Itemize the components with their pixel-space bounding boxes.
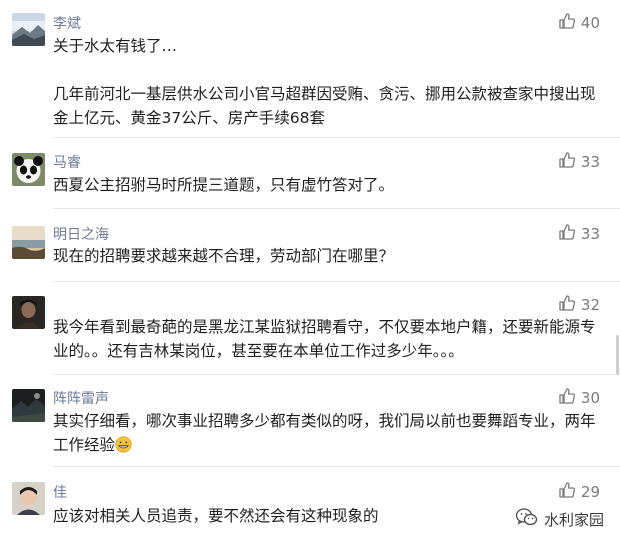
thumbs-up-icon xyxy=(558,481,576,503)
divider xyxy=(53,374,620,375)
landscape-avatar[interactable] xyxy=(12,13,45,46)
comment-text: 我今年看到最奇葩的是黑龙江某监狱招聘看守，不仅要本地户籍，还要新能源专业的。。还… xyxy=(53,318,596,360)
panda-avatar[interactable] xyxy=(12,153,45,186)
divider xyxy=(53,208,620,209)
comment-text-content: 其实仔细看，哪次事业招聘多少都有类似的呀，我们局以前也要舞蹈专业，两年工作经验 xyxy=(53,412,596,454)
divider xyxy=(53,137,620,138)
like-button[interactable]: 40 xyxy=(558,12,600,34)
comment-text: 西夏公主招驸马时所提三道题，只有虚竹答对了。 xyxy=(53,176,395,194)
wechat-icon xyxy=(515,508,538,531)
account-watermark: 水利家园 xyxy=(515,508,604,531)
like-count: 33 xyxy=(580,225,600,243)
child-avatar[interactable] xyxy=(12,482,45,515)
dark-portrait-avatar[interactable] xyxy=(12,296,45,329)
sea-avatar[interactable] xyxy=(12,226,45,259)
commenter-name[interactable]: 佳 xyxy=(53,482,67,502)
thumbs-up-icon xyxy=(558,223,576,245)
thumbs-up-icon xyxy=(558,387,576,409)
grinning-face-emoji xyxy=(115,436,132,453)
commenter-name[interactable]: 马睿 xyxy=(53,152,81,172)
comment-text: 关于水太有钱了… 几年前河北一基层供水公司小官马超群因受贿、贪污、挪用公款被查家… xyxy=(53,37,596,127)
commenter-name[interactable]: 李斌 xyxy=(53,13,81,33)
thumbs-up-icon xyxy=(558,294,576,316)
like-count: 29 xyxy=(580,483,600,501)
like-count: 30 xyxy=(580,389,600,407)
scrollbar[interactable] xyxy=(616,335,619,375)
commenter-name[interactable]: 明日之海 xyxy=(53,224,109,244)
commenter-name[interactable]: 阵阵雷声 xyxy=(53,388,109,408)
like-count: 40 xyxy=(580,14,600,32)
thumbs-up-icon xyxy=(558,12,576,34)
night-avatar[interactable] xyxy=(12,389,45,422)
like-count: 33 xyxy=(580,153,600,171)
divider xyxy=(53,281,620,282)
like-button[interactable]: 33 xyxy=(558,223,600,245)
thumbs-up-icon xyxy=(558,151,576,173)
comment-text: 其实仔细看，哪次事业招聘多少都有类似的呀，我们局以前也要舞蹈专业，两年工作经验 xyxy=(53,409,601,457)
like-button[interactable]: 30 xyxy=(558,387,600,409)
comment-text: 现在的招聘要求越来越不合理，劳动部门在哪里？ xyxy=(53,247,395,265)
like-button[interactable]: 29 xyxy=(558,481,600,503)
like-count: 32 xyxy=(580,296,600,314)
like-button[interactable]: 33 xyxy=(558,151,600,173)
divider xyxy=(53,466,620,467)
watermark-label: 水利家园 xyxy=(543,511,604,529)
like-button[interactable]: 32 xyxy=(558,294,600,316)
